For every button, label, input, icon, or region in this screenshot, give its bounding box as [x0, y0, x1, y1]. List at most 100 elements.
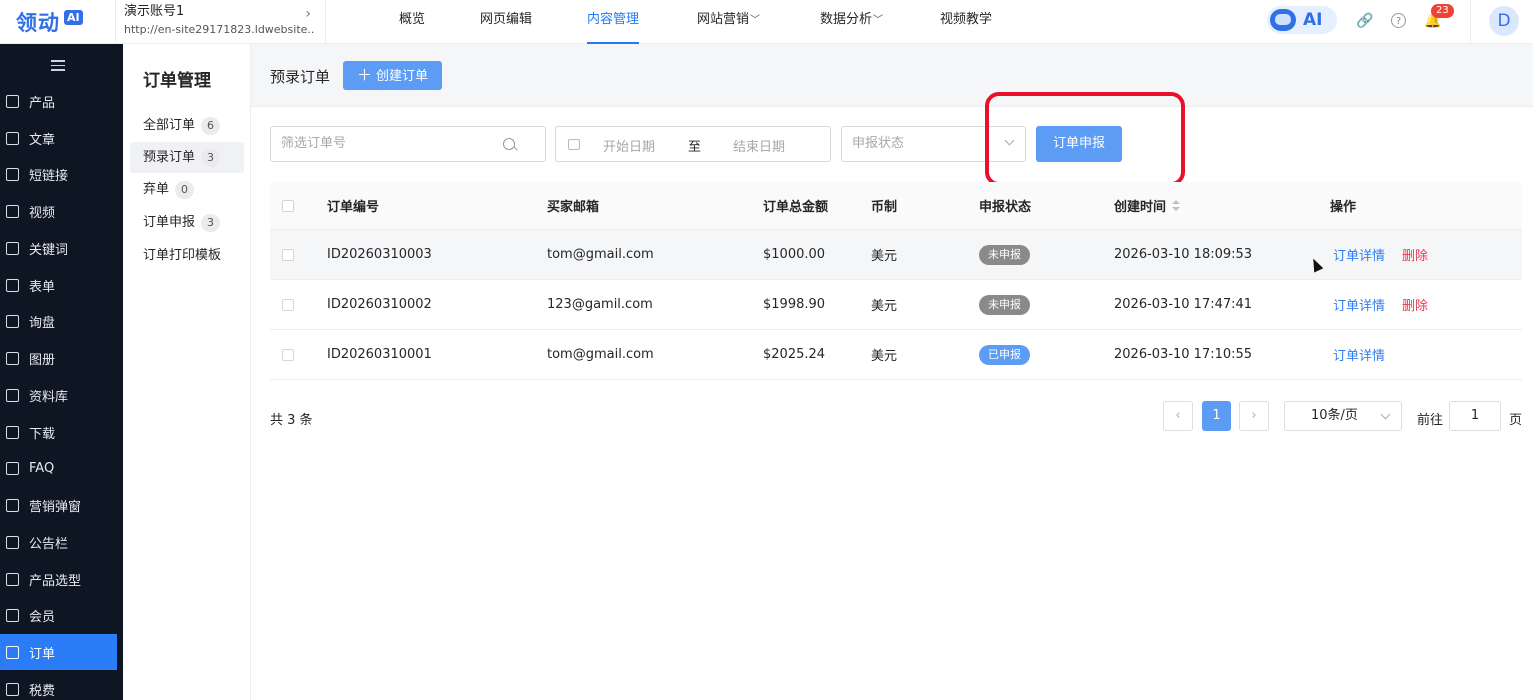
submenu-label: 全部订单 — [143, 118, 196, 133]
submenu-pre-orders[interactable]: 预录订单 3 — [130, 142, 244, 173]
chevron-right-icon: › — [305, 6, 311, 22]
sidebar-item-label: 资料库 — [29, 389, 69, 405]
delete-link[interactable]: 删除 — [1402, 295, 1428, 314]
sidebar-item-members[interactable]: 会员 — [0, 597, 117, 633]
sidebar-item-taxes[interactable]: 税费 — [0, 671, 117, 700]
nav-overview[interactable]: 概览 — [399, 0, 425, 44]
order-detail-link[interactable]: 订单详情 — [1333, 245, 1385, 264]
submenu-label: 订单打印模板 — [143, 248, 222, 263]
create-order-button[interactable]: ＋ 创建订单 — [343, 61, 442, 90]
chevron-down-icon — [1380, 409, 1391, 420]
sidebar-item-videos[interactable]: 视频 — [0, 193, 117, 229]
sidebar-item-label: 关键词 — [29, 242, 69, 258]
page-size-value: 10条/页 — [1311, 408, 1358, 423]
sidebar-item-product-selection[interactable]: 产品选型 — [0, 561, 117, 597]
submenu-label: 预录订单 — [143, 150, 196, 165]
sidebar-item-short-links[interactable]: 短链接 — [0, 156, 117, 192]
chevron-down-icon: ﹀ — [750, 15, 761, 26]
nav-website-marketing[interactable]: 网站营销﹀ — [697, 0, 760, 44]
sidebar-item-label: 营销弹窗 — [29, 499, 82, 515]
sortable-column-header[interactable]: 创建时间 — [1114, 182, 1181, 229]
notification-badge: 23 — [1431, 4, 1454, 18]
currency: 美元 — [871, 299, 898, 314]
status-badge: 未申报 — [979, 244, 1030, 265]
ai-assistant-button[interactable]: AI — [1267, 6, 1337, 34]
page-title: 预录订单 — [270, 68, 331, 86]
submenu-print-template[interactable]: 订单打印模板 — [130, 240, 244, 271]
sidebar-item-marketing-popup[interactable]: 营销弹窗 — [0, 487, 117, 523]
submenu-all-orders[interactable]: 全部订单 6 — [130, 110, 244, 141]
sidebar-item-label: 产品 — [29, 95, 56, 111]
sidebar-item-downloads[interactable]: 下载 — [0, 414, 117, 450]
nav-label: 数据分析 — [820, 12, 873, 27]
status-cell: 未申报 — [979, 230, 1030, 279]
order-id: ID20260310002 — [327, 297, 432, 312]
avatar[interactable]: D — [1489, 6, 1519, 36]
link-icon[interactable]: 🔗 — [1356, 12, 1374, 30]
nav-page-edit[interactable]: 网页编辑 — [480, 0, 532, 44]
sidebar-item-library[interactable]: 资料库 — [0, 377, 117, 413]
order-number-search-input[interactable]: 筛选订单号 — [270, 126, 546, 162]
submenu-abandoned[interactable]: 弃单 0 — [130, 174, 244, 205]
nav-label: 视频教学 — [940, 12, 993, 27]
buyer-email: tom@gmail.com — [547, 247, 654, 262]
order-detail-link[interactable]: 订单详情 — [1333, 345, 1385, 364]
submenu-label: 弃单 — [143, 182, 170, 197]
select-all-checkbox[interactable] — [282, 199, 294, 212]
sidebar-item-gallery[interactable]: 图册 — [0, 340, 117, 376]
nav-label: 内容管理 — [587, 12, 640, 27]
row-checkbox[interactable] — [282, 248, 294, 261]
site-url: http://en-site29171823.ldwebsite.... — [124, 23, 314, 36]
faq-icon — [6, 461, 19, 475]
table-row: ID20260310001 tom@gmail.com $2025.24 美元 … — [270, 330, 1522, 380]
sidebar-item-products[interactable]: 产品 — [0, 83, 117, 119]
page-header: 预录订单 ＋ 创建订单 — [251, 44, 1533, 107]
page-number-current[interactable]: 1 — [1202, 401, 1231, 431]
link-icon — [6, 167, 19, 181]
submenu-order-declaration[interactable]: 订单申报 3 — [130, 207, 244, 238]
column-header: 币制 — [871, 200, 898, 215]
start-date-input[interactable]: 开始日期 — [603, 136, 655, 155]
plus-icon: ＋ — [356, 66, 372, 84]
goto-page-input[interactable]: 1 — [1449, 401, 1501, 431]
chevron-down-icon: ﹀ — [873, 15, 884, 26]
site-switcher[interactable]: 演示账号1 http://en-site29171823.ldwebsite..… — [115, 0, 326, 44]
sidebar-item-forms[interactable]: 表单 — [0, 267, 117, 303]
popup-icon — [6, 498, 19, 512]
order-icon — [6, 645, 19, 659]
highlight-box — [985, 92, 1185, 186]
keyword-icon — [6, 241, 19, 255]
status-badge: 未申报 — [979, 294, 1030, 315]
sidebar-item-orders[interactable]: 订单 — [0, 634, 117, 670]
page-size-select[interactable]: 10条/页 — [1284, 401, 1402, 431]
main-content: 预录订单 ＋创建订单 筛选订单号 开始日期 至 结束日期 申报状态 订单申报 订… — [251, 44, 1533, 700]
nav-video-tutorial[interactable]: 视频教学 — [940, 0, 992, 44]
robot-icon — [1270, 9, 1296, 31]
row-checkbox[interactable] — [282, 298, 294, 311]
sidebar-item-keywords[interactable]: 关键词 — [0, 230, 117, 266]
help-icon[interactable]: ? — [1391, 13, 1406, 28]
next-page-button[interactable]: › — [1239, 401, 1269, 431]
logo[interactable]: 领动 AI — [16, 8, 83, 36]
menu-collapse-icon[interactable] — [51, 60, 65, 72]
ai-label: AI — [1303, 10, 1323, 30]
prev-page-button[interactable]: ‹ — [1163, 401, 1193, 431]
sidebar-item-bulletin[interactable]: 公告栏 — [0, 524, 117, 560]
end-date-input[interactable]: 结束日期 — [733, 136, 785, 155]
created-time: 2026-03-10 17:10:55 — [1114, 347, 1253, 362]
search-icon — [503, 138, 515, 150]
date-range-picker[interactable]: 开始日期 至 结束日期 — [555, 126, 831, 162]
nav-content-management[interactable]: 内容管理 — [587, 0, 640, 44]
row-select-cell — [282, 280, 294, 329]
goto-suffix: 页 — [1509, 413, 1523, 428]
delete-link[interactable]: 删除 — [1402, 245, 1428, 264]
nav-data-analysis[interactable]: 数据分析﹀ — [820, 0, 883, 44]
order-detail-link[interactable]: 订单详情 — [1333, 295, 1385, 314]
sidebar-item-articles[interactable]: 文章 — [0, 120, 117, 156]
goto-label: 前往 — [1417, 413, 1444, 428]
sort-icon[interactable] — [1172, 199, 1181, 212]
sidebar-item-faq[interactable]: FAQ — [0, 450, 117, 486]
download-icon — [6, 425, 19, 439]
sidebar-item-inquiries[interactable]: 询盘 — [0, 303, 117, 339]
row-checkbox[interactable] — [282, 348, 294, 361]
